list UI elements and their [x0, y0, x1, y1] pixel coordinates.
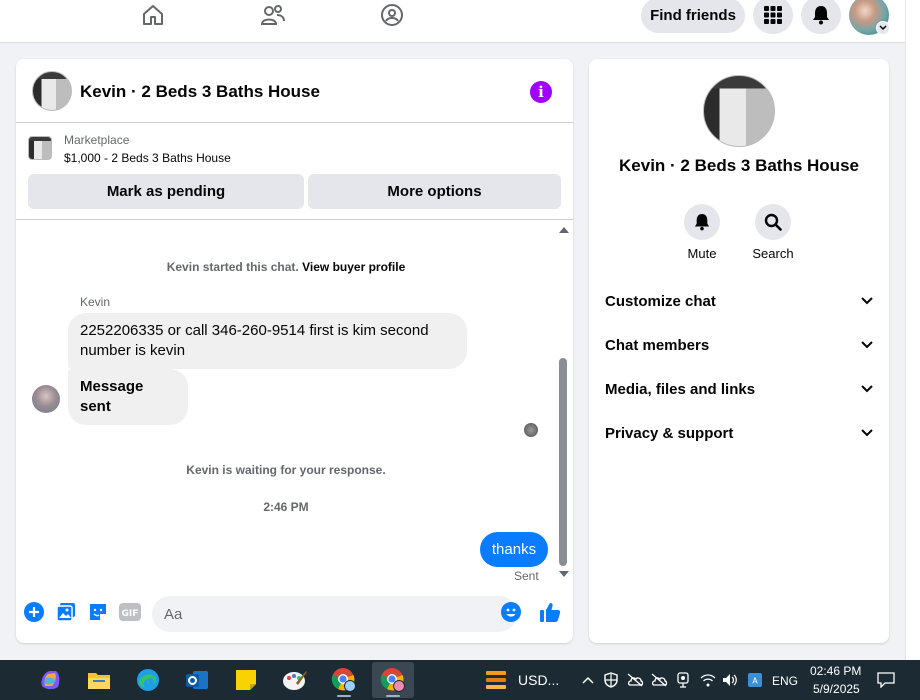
section-privacy-support[interactable]: Privacy & support: [589, 411, 889, 455]
svg-text:GIF: GIF: [122, 609, 139, 619]
show-hidden-icons-icon[interactable]: [578, 662, 598, 698]
message-list[interactable]: Kevin started this chat. View buyer prof…: [16, 221, 573, 586]
message-sent-status: Sent: [514, 569, 539, 583]
keyboard-input-icon[interactable]: A: [745, 662, 765, 698]
outlook-icon[interactable]: [176, 662, 218, 698]
search-icon: [764, 213, 782, 231]
section-label: Chat members: [605, 336, 710, 354]
incoming-message[interactable]: Message sent: [68, 369, 188, 425]
section-chat-members[interactable]: Chat members: [589, 323, 889, 367]
listing-thumbnail[interactable]: [28, 136, 52, 160]
file-explorer-icon[interactable]: [78, 662, 120, 698]
section-label: Customize chat: [605, 292, 716, 310]
chat-started-text: Kevin started this chat.: [166, 260, 299, 274]
section-media-files-links[interactable]: Media, files and links: [589, 367, 889, 411]
sticky-notes-icon[interactable]: [225, 662, 267, 698]
chat-avatar[interactable]: [32, 71, 72, 111]
edge-browser-icon[interactable]: [127, 662, 169, 698]
message-input[interactable]: [152, 596, 517, 632]
home-icon[interactable]: [138, 0, 168, 30]
taskbar-clock-time[interactable]: 02:46 PM: [810, 664, 861, 678]
message-composer: GIF: [16, 586, 573, 643]
listing-price-title[interactable]: $1,000 - 2 Beds 3 Baths House: [64, 151, 231, 165]
section-customize-chat[interactable]: Customize chat: [589, 279, 889, 323]
chat-title[interactable]: Kevin · 2 Beds 3 Baths House: [80, 82, 320, 102]
copilot-icon[interactable]: [29, 662, 71, 698]
volume-icon[interactable]: [720, 662, 740, 698]
friends-icon[interactable]: [258, 0, 288, 30]
thumbs-up-icon[interactable]: [539, 601, 561, 623]
sticker-icon[interactable]: [87, 601, 109, 623]
chrome-profile-2-icon[interactable]: [372, 662, 414, 698]
info-icon[interactable]: i: [530, 81, 552, 103]
page-scrollbar[interactable]: [905, 0, 920, 660]
onedrive-offline-icon[interactable]: [625, 662, 645, 698]
emoji-icon[interactable]: [500, 601, 522, 623]
section-label: Privacy & support: [605, 424, 734, 442]
view-buyer-profile-link[interactable]: View buyer profile: [302, 260, 405, 274]
chat-window: Kevin · 2 Beds 3 Baths House i Marketpla…: [16, 59, 573, 643]
notification-center-icon[interactable]: [874, 662, 898, 698]
search-button[interactable]: Search: [743, 204, 803, 261]
taskbar-clock-date[interactable]: 5/9/2025: [813, 682, 860, 696]
chevron-down-icon: [861, 429, 873, 437]
scroll-up-arrow[interactable]: [559, 227, 569, 233]
chevron-down-icon: [861, 297, 873, 305]
svg-text:A: A: [752, 677, 758, 686]
stock-ticker-icon[interactable]: [476, 662, 516, 698]
waiting-notice: Kevin is waiting for your response.: [186, 463, 386, 477]
account-chevron-icon[interactable]: [876, 21, 890, 35]
gif-icon[interactable]: GIF: [119, 601, 141, 623]
chat-header: Kevin · 2 Beds 3 Baths House i: [16, 59, 573, 123]
task-view-icon[interactable]: [0, 662, 8, 698]
sender-avatar[interactable]: [32, 385, 60, 413]
info-avatar[interactable]: [703, 75, 775, 147]
plus-icon[interactable]: [23, 601, 45, 623]
windows-taskbar: USD... A ENG 02:46 PM 5/9/2025: [0, 660, 920, 700]
message-scrollbar-thumb[interactable]: [559, 358, 567, 566]
mute-button[interactable]: Mute: [672, 204, 732, 261]
webcam-icon[interactable]: [673, 662, 693, 698]
language-indicator[interactable]: ENG: [772, 674, 798, 688]
onedrive-offline-icon-2[interactable]: [649, 662, 669, 698]
chrome-profile-1-icon[interactable]: [323, 662, 365, 698]
groups-icon[interactable]: [377, 0, 407, 30]
notifications-button[interactable]: [801, 0, 841, 34]
bell-icon: [694, 214, 710, 231]
top-navigation-bar: Find friends: [0, 0, 905, 43]
chevron-down-icon: [861, 385, 873, 393]
security-shield-icon[interactable]: [601, 662, 621, 698]
find-friends-button[interactable]: Find friends: [641, 0, 745, 33]
mute-label: Mute: [687, 246, 717, 261]
marketplace-listing: Marketplace $1,000 - 2 Beds 3 Baths Hous…: [16, 123, 573, 220]
chevron-down-icon: [861, 341, 873, 349]
bell-icon: [813, 6, 829, 25]
section-label: Media, files and links: [605, 380, 756, 398]
wifi-icon[interactable]: [698, 662, 718, 698]
scroll-down-arrow[interactable]: [559, 571, 569, 577]
incoming-message[interactable]: 2252206335 or call 346-260-9514 first is…: [68, 313, 467, 369]
outgoing-message[interactable]: thanks: [480, 532, 548, 567]
read-receipt-avatar: [524, 423, 538, 437]
listing-source: Marketplace: [64, 133, 130, 147]
stock-ticker-label[interactable]: USD...: [518, 672, 559, 688]
info-chat-name: Kevin · 2 Beds 3 Baths House: [619, 156, 859, 175]
menu-button[interactable]: [753, 0, 793, 34]
search-label: Search: [752, 246, 794, 261]
grid-menu-icon: [764, 6, 782, 24]
mark-as-pending-button[interactable]: Mark as pending: [28, 174, 304, 209]
more-options-button[interactable]: More options: [308, 174, 561, 209]
chat-info-panel: Kevin · 2 Beds 3 Baths House Mute Search…: [589, 59, 889, 643]
sender-name: Kevin: [80, 295, 111, 309]
paint-icon[interactable]: [274, 662, 316, 698]
message-timestamp: 2:46 PM: [263, 500, 309, 514]
photo-icon[interactable]: [55, 601, 77, 623]
chat-started-notice: Kevin started this chat. View buyer prof…: [16, 260, 556, 274]
